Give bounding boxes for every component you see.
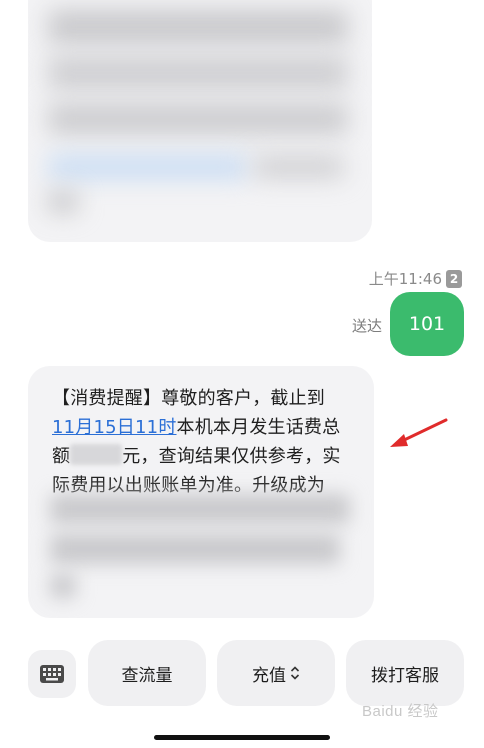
date-link[interactable]: 11月15日11时 [52, 417, 177, 438]
redacted-amount [70, 444, 123, 465]
query-data-button[interactable]: 查流量 [88, 640, 206, 706]
blurred-message-remainder [50, 494, 350, 604]
incoming-message-bubble[interactable]: 【消费提醒】尊敬的客户，截止到 11月15日11时本机本月发生话费总 额 元，查询… [28, 366, 374, 618]
message-line-3-rest: 元，查询结果仅供参考，实 [122, 446, 341, 467]
call-service-button[interactable]: 拨打客服 [346, 640, 464, 706]
message-line-3: 额 元，查询结果仅供参考，实 [52, 442, 352, 471]
blurred-incoming-message [28, 0, 372, 242]
outgoing-message-bubble[interactable]: 101 [390, 292, 464, 356]
chevron-updown-icon [290, 666, 300, 680]
keyboard-toggle-button[interactable] [28, 650, 76, 698]
recharge-label: 充值 [252, 665, 286, 686]
query-data-label: 查流量 [121, 665, 173, 686]
delivery-status: 送达 [352, 317, 383, 335]
incoming-message-text: 【消费提醒】尊敬的客户，截止到 11月15日11时本机本月发生话费总 额 元，查询… [52, 384, 352, 500]
message-line-3-start: 额 [52, 446, 71, 467]
sms-conversation-screen: 上午11:46 2 送达 101 【消费提醒】尊敬的客户，截止到 11月15日1… [0, 0, 484, 748]
timestamp-text: 上午11:46 [368, 270, 442, 288]
call-service-label: 拨打客服 [371, 665, 439, 686]
message-line-2: 11月15日11时本机本月发生话费总 [52, 413, 352, 442]
message-timestamp: 上午11:46 2 [369, 268, 462, 289]
red-arrow-annotation [390, 418, 448, 447]
outgoing-message-text: 101 [408, 313, 446, 335]
sim-badge: 2 [446, 269, 462, 288]
message-line-2-rest: 本机本月发生话费总 [176, 417, 341, 438]
home-indicator[interactable] [154, 735, 330, 740]
keyboard-icon [40, 665, 64, 683]
recharge-button[interactable]: 充值 [217, 640, 335, 706]
watermark: Baidu 经验 [362, 703, 439, 720]
message-line-1: 【消费提醒】尊敬的客户，截止到 [52, 388, 325, 409]
